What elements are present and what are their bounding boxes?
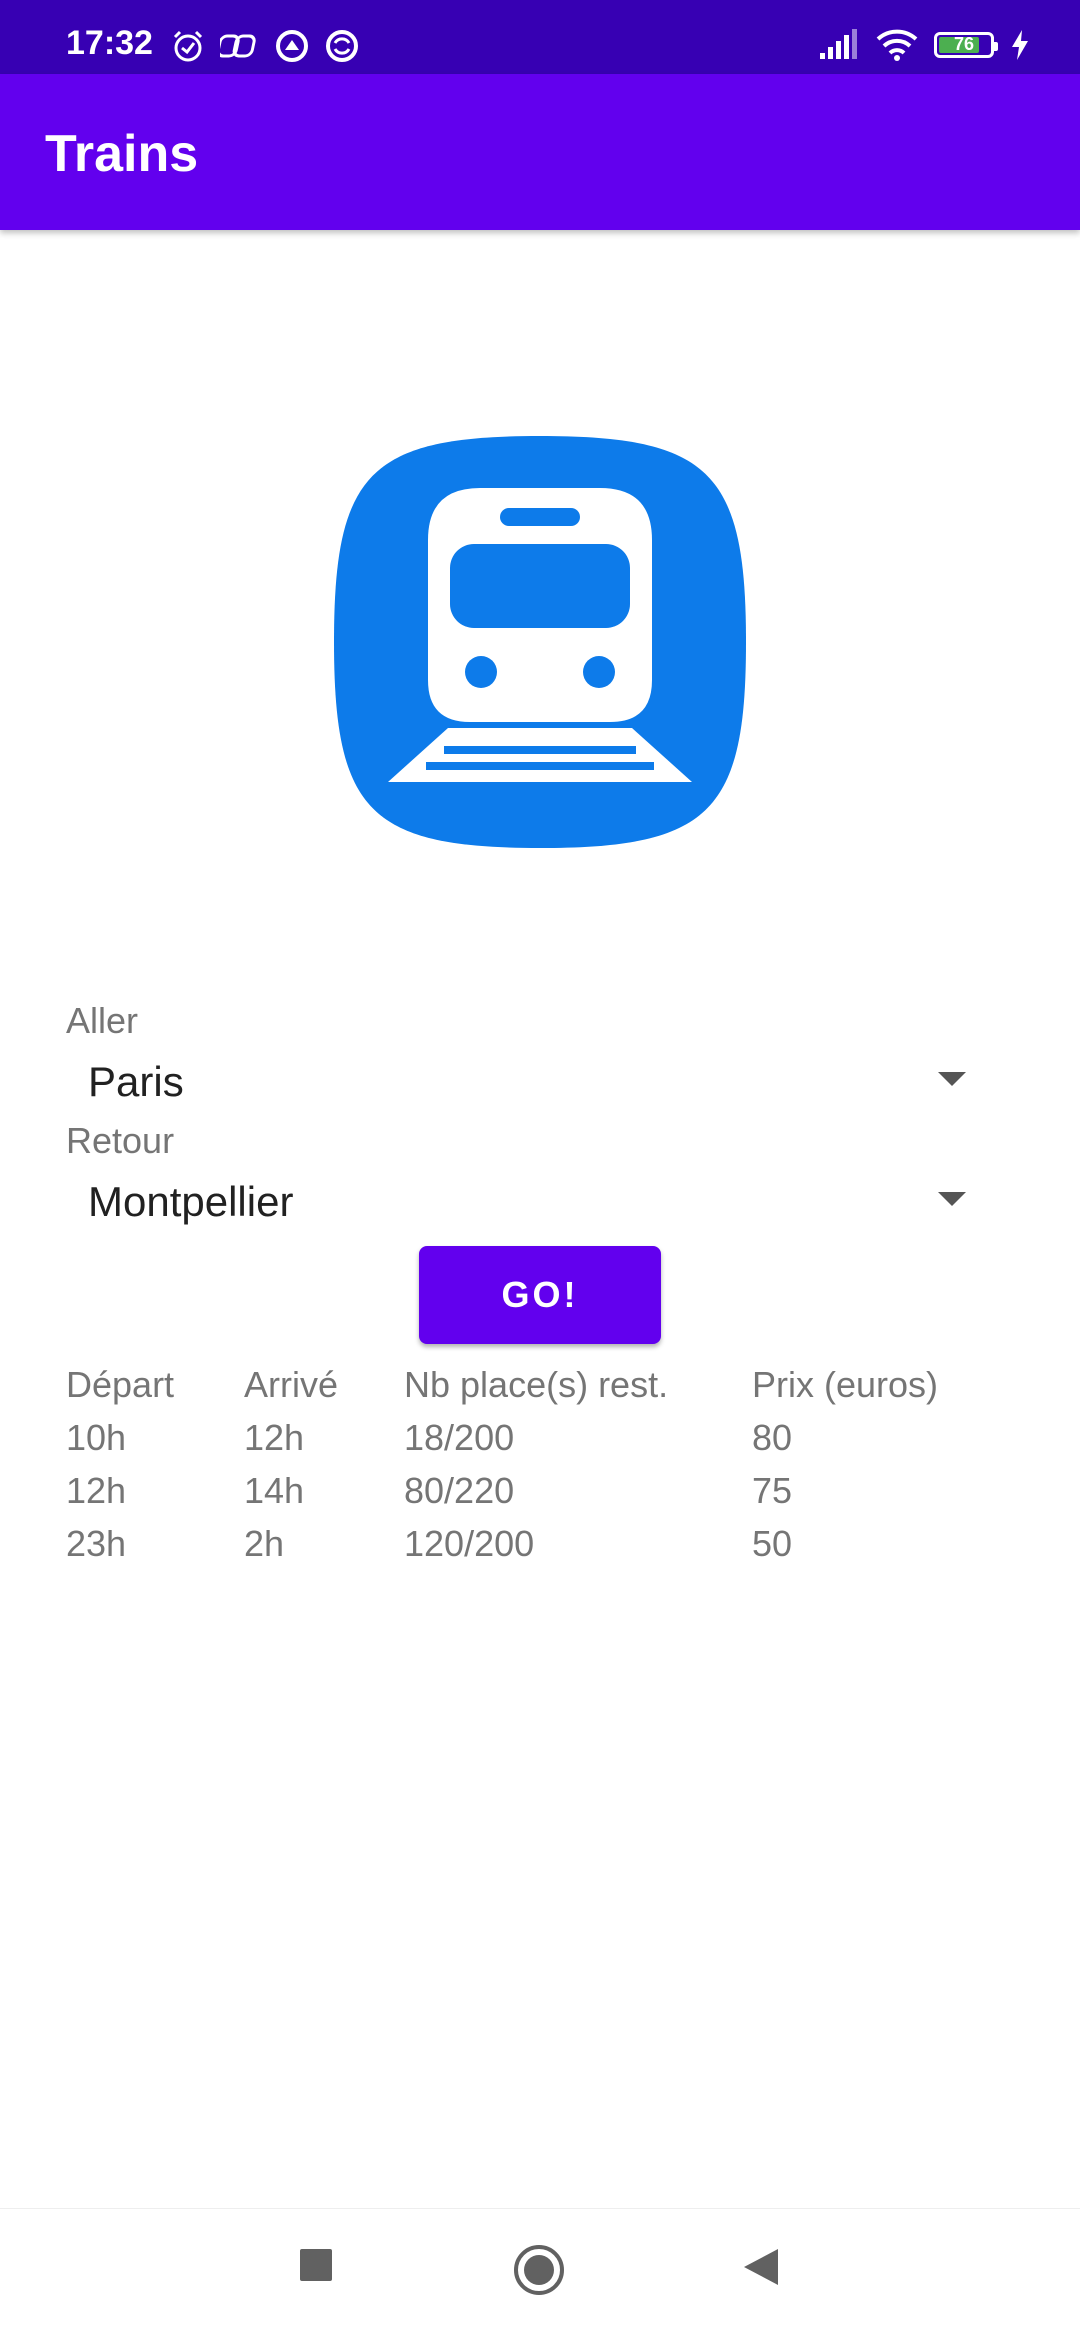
cell-arrive: 2h xyxy=(244,1523,285,1564)
cell-arrive: 14h xyxy=(244,1470,305,1511)
battery-icon: 76 xyxy=(934,32,998,58)
wifi-icon xyxy=(876,29,918,61)
cell-places: 120/200 xyxy=(404,1523,535,1564)
header-places: Nb place(s) rest. xyxy=(404,1364,669,1405)
cell-places: 80/220 xyxy=(404,1470,515,1511)
battery-level: 76 xyxy=(953,34,975,54)
alarm-icon xyxy=(173,30,203,62)
cell-depart: 12h xyxy=(66,1470,127,1511)
signal-icon xyxy=(820,29,857,59)
train-icon xyxy=(334,436,746,848)
table-row: 23h 2h 120/200 50 xyxy=(66,1523,1016,1576)
home-circle-icon[interactable] xyxy=(512,2243,566,2297)
app-bar: Trains xyxy=(0,74,1080,230)
header-depart: Départ xyxy=(66,1364,175,1405)
aller-label: Aller xyxy=(66,1000,139,1041)
retour-dropdown[interactable]: Montpellier xyxy=(66,1160,966,1240)
sync-icon xyxy=(326,30,358,62)
trains-table: Départ Arrivé Nb place(s) rest. Prix (eu… xyxy=(66,1364,1016,1576)
aller-dropdown[interactable]: Paris xyxy=(66,1040,966,1120)
status-bar: 17:32 76 xyxy=(0,0,1080,74)
recents-square-icon[interactable] xyxy=(298,2247,334,2283)
table-row: 10h 12h 18/200 80 xyxy=(66,1417,1016,1470)
table-header-row: Départ Arrivé Nb place(s) rest. Prix (eu… xyxy=(66,1364,1016,1417)
vpn-icon xyxy=(276,30,308,62)
chevron-down-icon xyxy=(938,1192,966,1206)
cell-prix: 75 xyxy=(752,1470,793,1511)
notification-icons xyxy=(170,28,360,64)
charging-icon xyxy=(1012,30,1028,60)
navigation-bar xyxy=(0,2208,1080,2341)
cell-prix: 50 xyxy=(752,1523,793,1564)
chevron-down-icon xyxy=(938,1072,966,1086)
retour-label: Retour xyxy=(66,1120,175,1161)
link-icon xyxy=(220,34,256,58)
system-indicators: 76 xyxy=(818,28,1030,62)
cell-depart: 23h xyxy=(66,1523,127,1564)
app-title: Trains xyxy=(45,125,199,183)
header-prix: Prix (euros) xyxy=(752,1364,939,1405)
cell-prix: 80 xyxy=(752,1417,793,1458)
retour-value: Montpellier xyxy=(88,1178,294,1225)
cell-arrive: 12h xyxy=(244,1417,305,1458)
status-time: 17:32 xyxy=(66,24,153,62)
cell-places: 18/200 xyxy=(404,1417,515,1458)
back-triangle-icon[interactable] xyxy=(742,2247,780,2287)
cell-depart: 10h xyxy=(66,1417,127,1458)
aller-value: Paris xyxy=(88,1058,184,1105)
go-button[interactable]: GO! xyxy=(419,1246,661,1344)
table-row: 12h 14h 80/220 75 xyxy=(66,1470,1016,1523)
header-arrive: Arrivé xyxy=(244,1364,339,1405)
